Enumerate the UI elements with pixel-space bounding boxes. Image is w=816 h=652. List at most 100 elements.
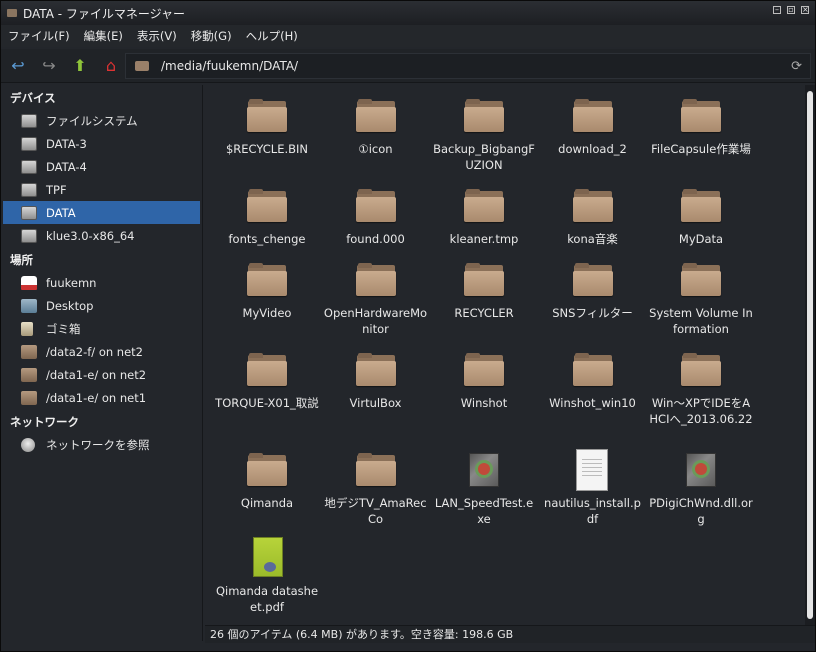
file-view[interactable]: $RECYCLE.BIN ①icon Backup_BigbangFUZION dow… — [205, 85, 803, 625]
back-button[interactable]: ↩ — [4, 52, 32, 80]
sidebar-item-data-3[interactable]: DATA-3 — [1, 132, 202, 155]
sidebar-item-data1-e-net1[interactable]: /data1-e/ on net1 — [1, 386, 202, 409]
folder-item[interactable]: Winshot_win10 — [539, 353, 647, 411]
network-folder-icon — [21, 367, 37, 382]
sidebar-item-label: DATA-4 — [46, 159, 87, 174]
sidebar: デバイス ファイルシステム DATA-3 DATA-4 TPF DATA klu… — [1, 85, 203, 641]
sidebar-item-desktop[interactable]: Desktop — [1, 294, 202, 317]
file-item[interactable]: Qimanda datasheet.pdf — [213, 537, 321, 615]
file-item[interactable]: LAN_SpeedTest.exe — [430, 453, 538, 527]
sidebar-item-data1-e-net2[interactable]: /data1-e/ on net2 — [1, 363, 202, 386]
location-path[interactable]: /media/fuukemn/DATA/ — [161, 59, 298, 73]
file-name-label: kleaner.tmp — [449, 232, 519, 246]
menu-help[interactable]: ヘルプ(H) — [239, 28, 305, 44]
file-name-label: Qimanda datasheet.pdf — [215, 584, 319, 614]
drive-icon — [21, 113, 37, 128]
menu-view[interactable]: 表示(V) — [130, 28, 184, 44]
folder-item[interactable]: Winshot — [430, 353, 538, 411]
drive-icon — [135, 61, 149, 71]
forward-arrow-icon: ↪ — [42, 56, 56, 75]
folder-item[interactable]: System Volume Information — [647, 263, 755, 337]
pdf-document-icon — [247, 537, 287, 577]
folder-icon — [681, 353, 721, 387]
scrollbar-thumb[interactable] — [807, 91, 813, 619]
folder-item[interactable]: MyVideo — [213, 263, 321, 321]
file-name-label: FileCapsule作業場 — [651, 142, 751, 156]
folder-icon — [572, 189, 613, 223]
file-name-label: MyData — [678, 232, 724, 246]
window-title: DATA - ファイルマネージャー — [23, 6, 186, 21]
minimize-icon[interactable]: – — [773, 6, 781, 14]
folder-icon — [355, 453, 396, 487]
file-item[interactable]: nautilus_install.pdf — [539, 449, 647, 527]
menu-go[interactable]: 移動(G) — [184, 28, 239, 44]
folder-icon — [247, 353, 287, 387]
folder-item[interactable]: Qimanda — [213, 453, 321, 511]
folder-item[interactable]: OpenHardwareMonitor — [322, 263, 430, 337]
folder-icon — [355, 263, 396, 297]
up-button[interactable]: ⬆ — [66, 52, 94, 80]
sidebar-item-data2-f-net2[interactable]: /data2-f/ on net2 — [1, 340, 202, 363]
sidebar-item-data[interactable]: DATA — [3, 201, 200, 224]
menu-bar: ファイル(F) 編集(E) 表示(V) 移動(G) ヘルプ(H) — [1, 25, 815, 47]
folder-item[interactable]: SNSフィルター — [539, 263, 647, 321]
sidebar-item-data-4[interactable]: DATA-4 — [1, 155, 202, 178]
file-name-label: RECYCLER — [454, 306, 514, 320]
vertical-scrollbar[interactable] — [805, 85, 815, 625]
sidebar-item-label: /data1-e/ on net1 — [46, 390, 147, 405]
folder-item[interactable]: download_2 — [539, 99, 647, 157]
sidebar-item-label: klue3.0-x86_64 — [46, 228, 135, 243]
folder-icon — [572, 353, 613, 387]
up-arrow-icon: ⬆ — [73, 56, 87, 75]
folder-icon — [247, 453, 287, 487]
file-item[interactable]: PDigiChWnd.dll.org — [647, 453, 755, 527]
sidebar-item-filesystem[interactable]: ファイルシステム — [1, 109, 202, 132]
folder-icon — [355, 353, 396, 387]
folder-item[interactable]: Backup_BigbangFUZION — [430, 99, 538, 173]
folder-item[interactable]: FileCapsule作業場 — [647, 99, 755, 157]
folder-item[interactable]: $RECYCLE.BIN — [213, 99, 321, 157]
maximize-icon[interactable]: ▫ — [787, 6, 795, 14]
sidebar-item-label: ネットワークを参照 — [46, 437, 150, 452]
menu-edit[interactable]: 編集(E) — [77, 28, 130, 44]
folder-icon — [7, 9, 17, 17]
folder-item[interactable]: fonts_chenge — [213, 189, 321, 247]
folder-item[interactable]: ①icon — [322, 99, 430, 157]
sidebar-item-tpf[interactable]: TPF — [1, 178, 202, 201]
reload-icon[interactable]: ⟳ — [791, 59, 802, 74]
file-name-label: 地デジTV_AmaRecCo — [324, 496, 427, 526]
folder-icon — [355, 189, 396, 223]
file-name-label: Winshot_win10 — [549, 396, 636, 410]
sidebar-item-home[interactable]: fuukemn — [1, 271, 202, 294]
folder-item[interactable]: 地デジTV_AmaRecCo — [322, 453, 430, 527]
sidebar-item-klue[interactable]: klue3.0-x86_64 — [1, 224, 202, 247]
folder-icon — [681, 263, 721, 297]
sidebar-item-trash[interactable]: ゴミ箱 — [1, 317, 202, 340]
menu-file[interactable]: ファイル(F) — [1, 28, 77, 44]
close-icon[interactable]: × — [801, 6, 809, 14]
sidebar-item-label: DATA-3 — [46, 136, 87, 151]
sidebar-item-label: ゴミ箱 — [46, 321, 81, 336]
title-bar[interactable]: DATA - ファイルマネージャー – ▫ × — [1, 1, 815, 25]
sidebar-item-label: fuukemn — [46, 275, 97, 290]
folder-item[interactable]: RECYCLER — [430, 263, 538, 321]
folder-item[interactable]: found.000 — [322, 189, 430, 247]
file-name-label: VirtulBox — [349, 396, 402, 410]
folder-item[interactable]: MyData — [647, 189, 755, 247]
sidebar-item-label: /data1-e/ on net2 — [46, 367, 147, 382]
folder-item[interactable]: kleaner.tmp — [430, 189, 538, 247]
home-button[interactable]: ⌂ — [97, 52, 125, 80]
folder-item[interactable]: VirtulBox — [322, 353, 430, 411]
file-name-label: Win～XPでIDEをAHCIへ_2013.06.22 — [649, 396, 753, 426]
forward-button[interactable]: ↪ — [35, 52, 63, 80]
sidebar-item-label: Desktop — [46, 298, 94, 313]
folder-icon — [572, 263, 613, 297]
location-bar[interactable]: /media/fuukemn/DATA/ ⟳ — [125, 53, 811, 79]
folder-item[interactable]: Win～XPでIDEをAHCIへ_2013.06.22 — [647, 353, 755, 427]
drive-icon — [21, 159, 37, 174]
sidebar-item-browse-network[interactable]: ネットワークを参照 — [1, 433, 202, 456]
sidebar-header-network: ネットワーク — [10, 415, 79, 429]
folder-item[interactable]: TORQUE-X01_取説 — [213, 353, 321, 411]
folder-item[interactable]: kona音楽 — [539, 189, 647, 247]
home-icon: ⌂ — [105, 56, 117, 75]
